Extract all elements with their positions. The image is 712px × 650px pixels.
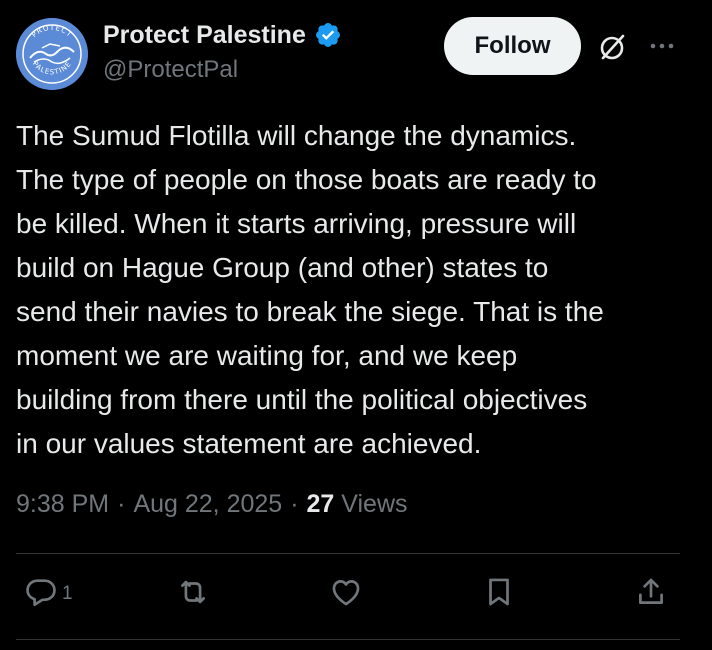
share-icon xyxy=(634,575,668,609)
divider xyxy=(16,639,680,640)
views-count: 27 xyxy=(306,490,335,518)
reply-icon xyxy=(24,575,58,609)
tweet-meta: 9:38 PM · Aug 22, 2025 · 27 Views xyxy=(16,490,408,519)
meta-separator: · xyxy=(117,490,126,518)
views-label: Views xyxy=(341,490,408,518)
like-icon xyxy=(329,575,363,609)
tweet-time[interactable]: 9:38 PM xyxy=(16,490,109,519)
reply-count: 1 xyxy=(62,583,73,604)
tweet-text: The Sumud Flotilla will change the dynam… xyxy=(16,120,604,459)
name-row: Protect Palestine xyxy=(103,20,342,50)
meta-separator: · xyxy=(290,490,299,518)
reply-button[interactable]: 1 xyxy=(24,575,73,609)
bookmark-button[interactable] xyxy=(482,575,516,609)
display-name[interactable]: Protect Palestine xyxy=(103,21,306,50)
author-block: Protect Palestine @ProtectPal xyxy=(103,20,342,84)
action-bar: 1 xyxy=(0,575,712,621)
share-button[interactable] xyxy=(634,575,668,609)
like-button[interactable] xyxy=(329,575,363,609)
retweet-icon xyxy=(176,575,210,609)
verified-badge-icon[interactable] xyxy=(314,21,342,49)
bookmark-icon xyxy=(482,575,516,609)
more-icon[interactable] xyxy=(648,36,676,56)
protect-palestine-logo: PROTECT PALESTINE xyxy=(16,18,88,90)
avatar[interactable]: PROTECT PALESTINE xyxy=(16,18,88,90)
handle[interactable]: @ProtectPal xyxy=(103,56,342,84)
retweet-button[interactable] xyxy=(176,575,210,609)
follow-button[interactable]: Follow xyxy=(444,17,581,75)
tweet-date[interactable]: Aug 22, 2025 xyxy=(133,490,282,519)
divider xyxy=(16,553,680,554)
grok-icon[interactable] xyxy=(596,30,630,64)
tweet: PROTECT PALESTINE Protect Palestine @Pro… xyxy=(0,0,712,650)
